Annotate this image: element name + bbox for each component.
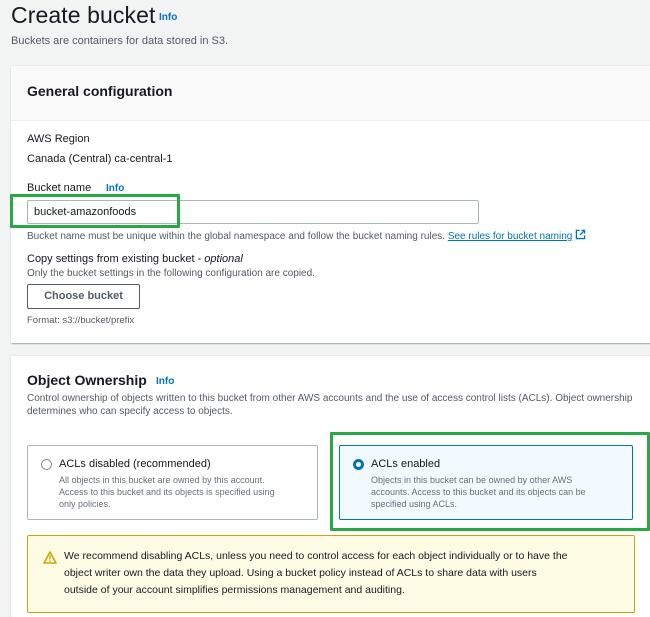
title-info-link[interactable]: Info: [159, 12, 177, 23]
general-configuration-heading: General configuration: [27, 83, 173, 99]
acls-enabled-desc-2: accounts. Access to this bucket and its …: [371, 487, 586, 497]
format-hint: Format: s3://bucket/prefix: [27, 315, 135, 326]
general-configuration-header: General configuration: [11, 66, 650, 121]
acls-enabled-title: ACLs enabled: [371, 458, 441, 470]
aws-region-label: AWS Region: [27, 133, 90, 145]
object-ownership-heading: Object Ownership: [27, 372, 147, 388]
acls-disabled-desc-3: only policies.: [59, 499, 111, 509]
acls-disabled-option[interactable]: ACLs disabled (recommended) All objects …: [27, 445, 318, 520]
copy-settings-label-text: Copy settings from existing bucket -: [27, 253, 205, 265]
page-title: Create bucket: [11, 2, 156, 28]
acls-disabled-desc-2: Access to this bucket and its objects is…: [59, 487, 275, 497]
acls-enabled-option[interactable]: ACLs enabled Objects in this bucket can …: [339, 445, 633, 520]
acls-enabled-desc-3: specified using ACLs.: [371, 499, 458, 509]
copy-settings-label: Copy settings from existing bucket - opt…: [27, 253, 243, 265]
copy-settings-hint: Only the bucket settings in the followin…: [27, 268, 315, 279]
acls-enabled-radio[interactable]: [353, 459, 364, 470]
copy-settings-optional: optional: [204, 253, 243, 265]
acls-enabled-desc-1: Objects in this bucket can be owned by o…: [371, 475, 573, 485]
acl-warning-alert: We recommend disabling ACLs, unless you …: [27, 535, 635, 613]
object-ownership-info-link[interactable]: Info: [156, 376, 174, 387]
bucket-name-input[interactable]: [27, 200, 479, 224]
choose-bucket-button[interactable]: Choose bucket: [27, 284, 140, 309]
acls-disabled-radio[interactable]: [41, 459, 52, 470]
acls-disabled-title: ACLs disabled (recommended): [59, 458, 211, 470]
warning-icon: [43, 551, 57, 564]
bucket-naming-rules-link[interactable]: See rules for bucket naming: [448, 231, 573, 242]
object-ownership-description-1: Control ownership of objects written to …: [27, 393, 633, 404]
warning-line-3: outside of your account simplifies permi…: [64, 584, 405, 596]
bucket-name-hint-text: Bucket name must be unique within the gl…: [27, 231, 446, 242]
page-description: Buckets are containers for data stored i…: [11, 35, 229, 47]
acls-disabled-desc-1: All objects in this bucket are owned by …: [59, 475, 265, 485]
external-link-icon[interactable]: [575, 229, 586, 240]
object-ownership-description-2: determines who can specify access to obj…: [27, 406, 233, 417]
bucket-name-label: Bucket name: [27, 182, 92, 194]
aws-region-value: Canada (Central) ca-central-1: [27, 153, 173, 165]
bucket-name-info-link[interactable]: Info: [106, 183, 124, 194]
bucket-name-hint: Bucket name must be unique within the gl…: [27, 229, 586, 242]
object-ownership-panel: Object Ownership Info Control ownership …: [11, 355, 650, 617]
warning-line-1: We recommend disabling ACLs, unless you …: [64, 550, 568, 562]
warning-line-2: object writer own the data they upload. …: [64, 567, 537, 579]
general-configuration-panel: General configuration AWS Region Canada …: [11, 65, 650, 343]
